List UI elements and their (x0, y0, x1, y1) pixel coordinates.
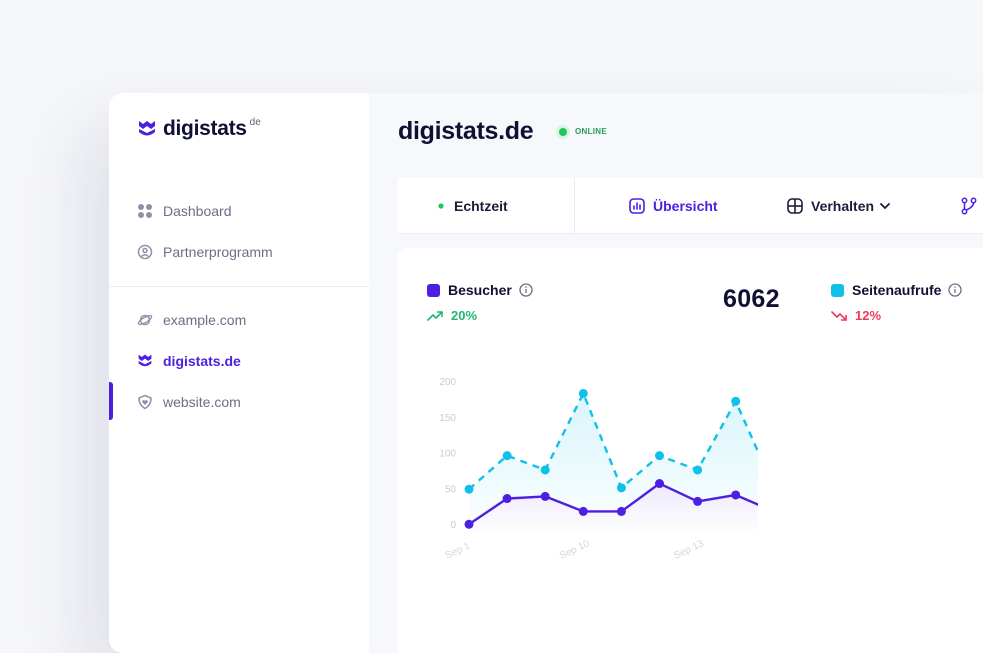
sidebar-item-label: website.com (163, 394, 241, 410)
user-badge-icon (137, 244, 153, 260)
x-tick-label: Sep 1 (444, 541, 473, 562)
branch-icon (961, 197, 977, 215)
sidebar-item-dashboard[interactable]: Dashboard (137, 203, 232, 219)
legend-label: Seitenaufrufe (852, 282, 942, 298)
data-point-besucher (655, 479, 664, 489)
digistats-logo-icon (137, 353, 153, 369)
brand-name: digistats (163, 117, 247, 140)
y-tick-label: 100 (439, 449, 456, 460)
main-content: digistats.de ONLINE Echtzeit Übersicht V… (369, 93, 983, 653)
status-badge: ONLINE (559, 127, 607, 136)
app-window: digistats de Dashboard Partnerprogramm e… (109, 93, 983, 653)
data-point-seitenaufrufe (655, 451, 664, 461)
trending-down-icon (831, 310, 855, 321)
y-tick-label: 150 (439, 413, 456, 424)
data-point-besucher (616, 506, 626, 516)
chevron-down-icon (880, 202, 890, 210)
y-tick-label: 0 (450, 520, 456, 531)
data-point-besucher (502, 494, 512, 504)
page-title: digistats.de (398, 117, 534, 145)
sidebar-item-label: digistats.de (163, 353, 241, 369)
status-text: ONLINE (575, 127, 608, 136)
sidebar-item-label: example.com (163, 312, 247, 328)
y-tick-label: 200 (439, 377, 456, 388)
y-tick-label: 50 (445, 484, 457, 495)
brand-logo[interactable]: digistats de (137, 117, 261, 141)
data-point-besucher (693, 496, 703, 506)
tab-echtzeit[interactable]: Echtzeit (436, 178, 508, 233)
active-indicator (109, 382, 113, 420)
data-point-besucher (464, 519, 474, 529)
legend-swatch (831, 283, 844, 297)
live-dot-icon (436, 201, 446, 211)
data-point-seitenaufrufe (616, 483, 626, 493)
data-point-seitenaufrufe (464, 484, 474, 494)
tab-label: Verhalten (811, 197, 875, 214)
tab-verhalten[interactable]: Verhalten (787, 178, 890, 233)
sidebar-site-website-com[interactable]: website.com (137, 394, 241, 410)
line-chart: 050100150200Sep 1Sep 10Sep 13Sep 16Sep 1… (439, 377, 758, 562)
tab-branch[interactable] (961, 178, 983, 233)
stats-card: Besucher 20% 6062 Seitenaufrufe 12% 0 50… (398, 248, 983, 653)
data-point-seitenaufrufe (731, 396, 741, 406)
tab-bar: Echtzeit Übersicht Verhalten (398, 178, 983, 234)
sidebar-item-label: Dashboard (163, 203, 232, 219)
data-point-besucher (731, 490, 741, 500)
data-point-seitenaufrufe (578, 388, 588, 398)
sidebar-divider (109, 286, 369, 287)
data-point-besucher (578, 506, 588, 516)
info-icon[interactable] (948, 283, 963, 297)
grid-icon (137, 203, 153, 219)
legend-seitenaufrufe[interactable]: Seitenaufrufe (831, 282, 963, 298)
shield-heart-icon (137, 394, 153, 410)
trend-seitenaufrufe: 12% (831, 308, 881, 323)
bar-chart-icon (629, 197, 645, 214)
sidebar-site-digistats-de[interactable]: digistats.de (137, 353, 241, 369)
sidebar: digistats de Dashboard Partnerprogramm e… (109, 93, 369, 653)
trend-value: 12% (855, 308, 882, 323)
tab-divider (574, 178, 575, 233)
tab-label: Übersicht (653, 197, 718, 214)
x-tick-label: Sep 13 (672, 538, 706, 562)
data-point-seitenaufrufe (693, 465, 703, 475)
brand-tld: de (249, 116, 261, 128)
layout-icon (787, 197, 803, 214)
tab-uebersicht[interactable]: Übersicht (629, 178, 718, 233)
data-point-seitenaufrufe (540, 465, 550, 475)
sidebar-site-example-com[interactable]: example.com (137, 312, 246, 328)
data-point-besucher (540, 491, 550, 501)
planet-icon (137, 312, 153, 328)
x-tick-label: Sep 10 (558, 538, 592, 562)
tab-label: Echtzeit (454, 197, 508, 214)
data-point-seitenaufrufe (502, 451, 512, 461)
sidebar-item-partnerprogramm[interactable]: Partnerprogramm (137, 244, 273, 260)
sidebar-item-label: Partnerprogramm (163, 244, 273, 260)
digistats-logo-icon (137, 119, 157, 139)
online-dot-icon (559, 127, 567, 136)
